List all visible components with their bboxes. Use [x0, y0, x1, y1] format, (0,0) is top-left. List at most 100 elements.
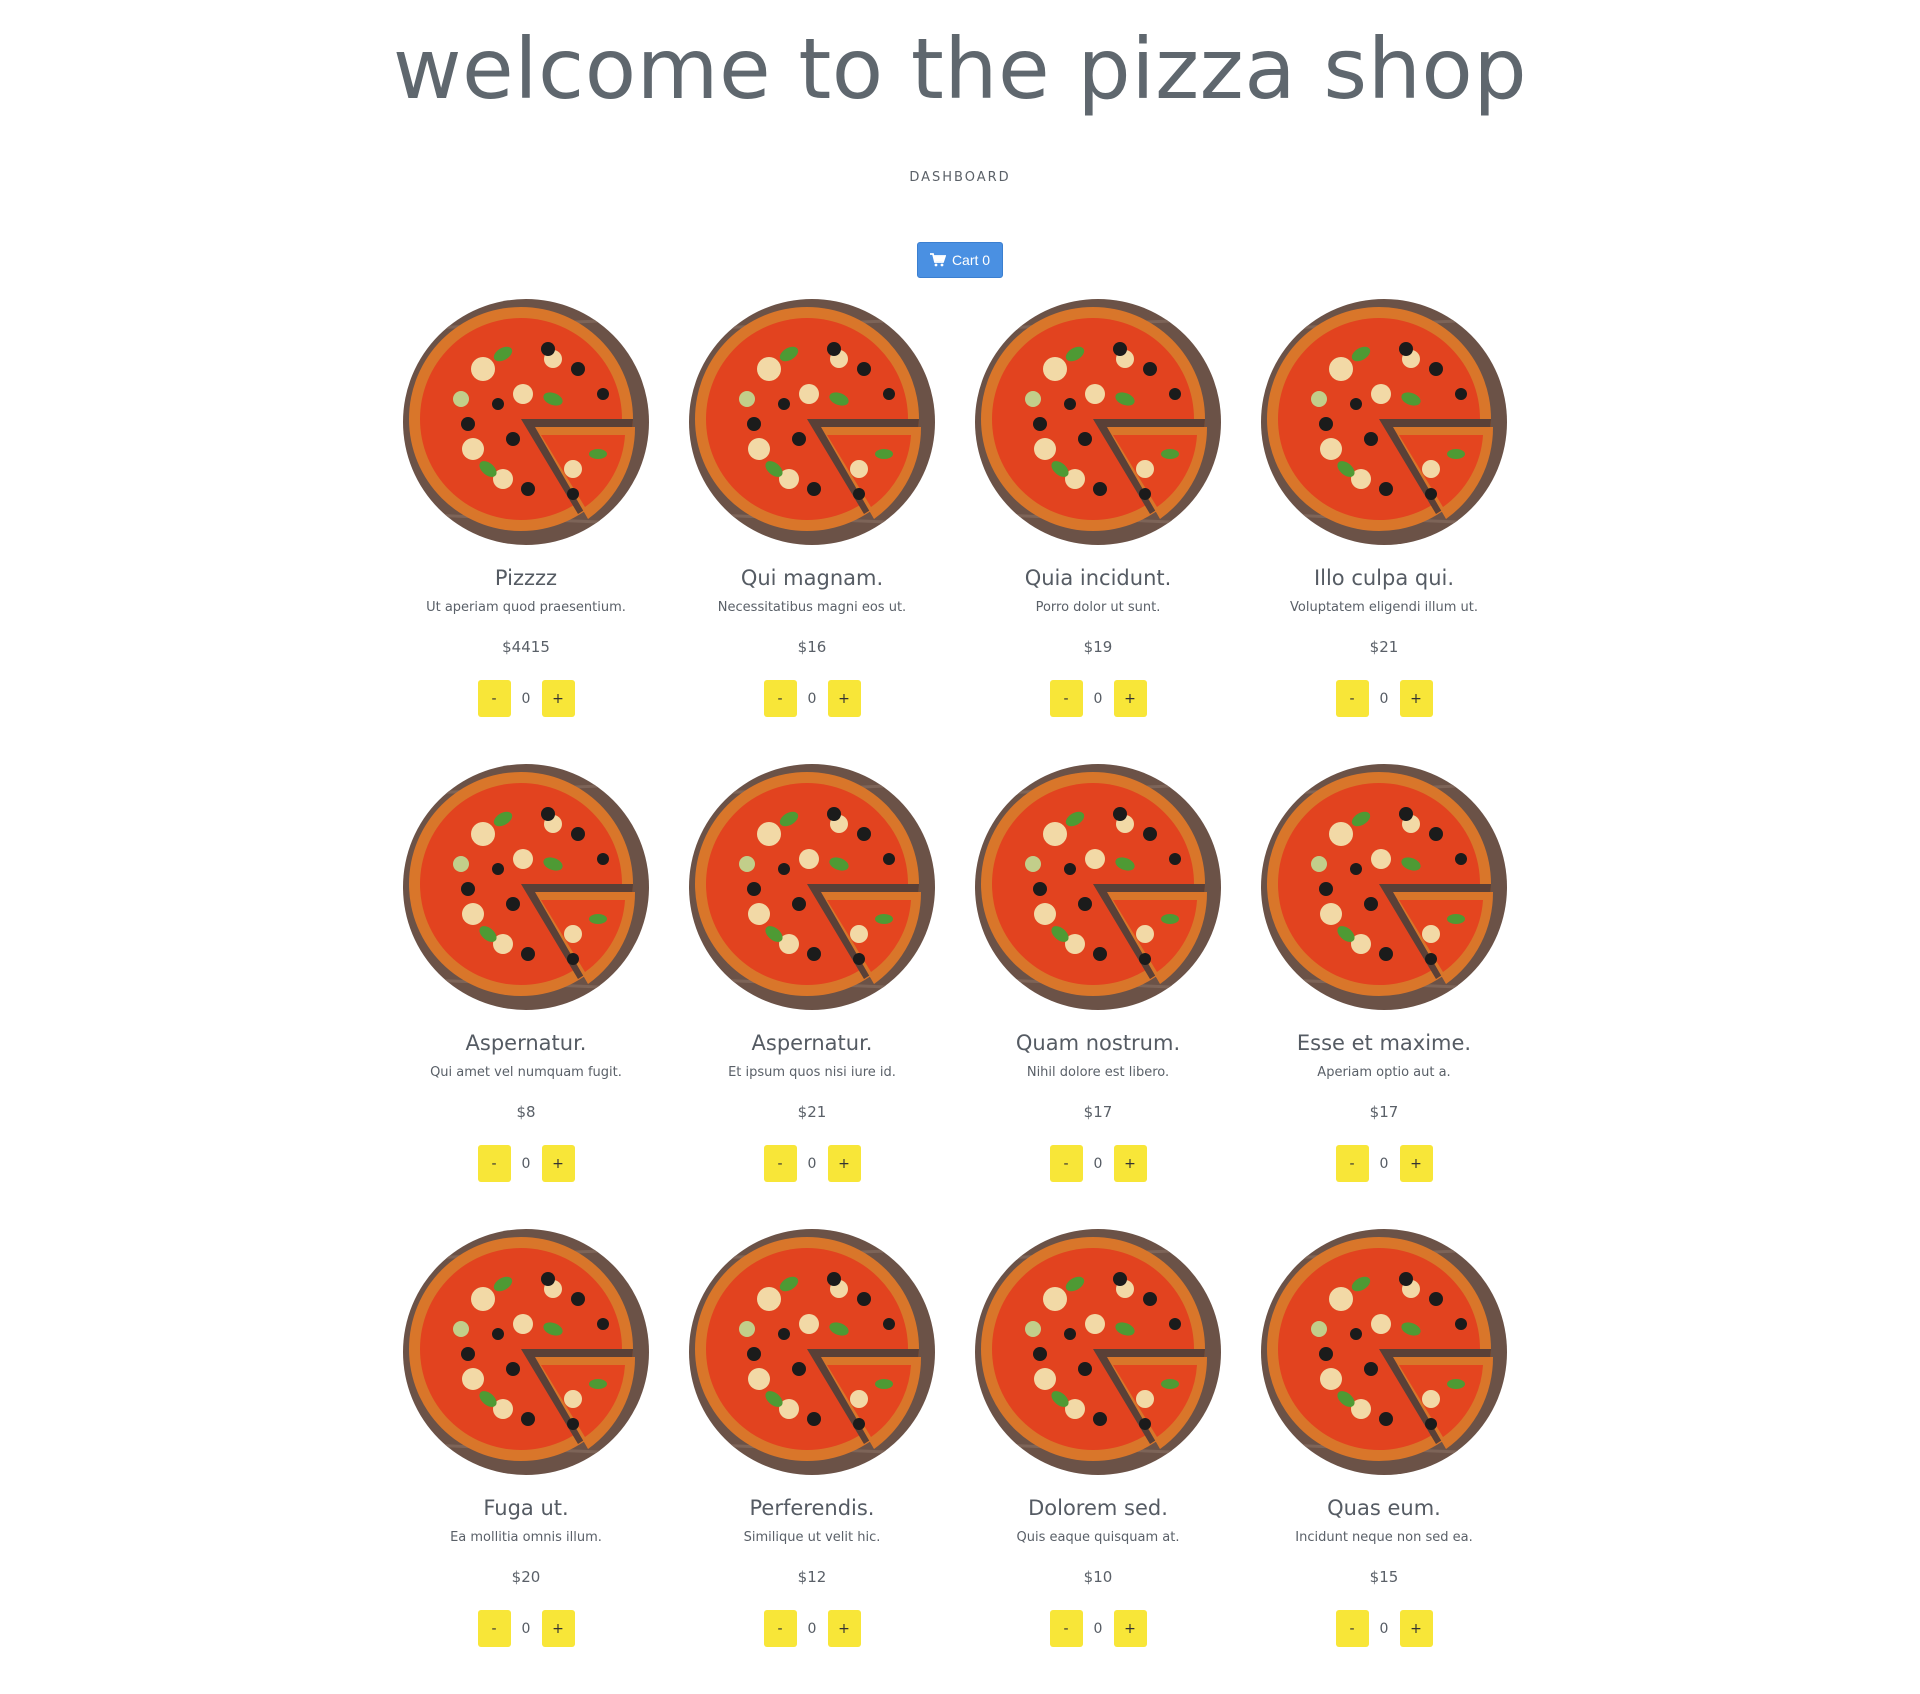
- product-description: Nihil dolore est libero.: [1026, 1065, 1170, 1080]
- product-name: Pizzzz: [494, 566, 558, 590]
- quantity-stepper: -0 +: [1241, 1145, 1527, 1182]
- quantity-stepper: -0 +: [1241, 680, 1527, 717]
- product-name: Aspernatur.: [751, 1031, 873, 1055]
- pizza-image: [975, 1229, 1221, 1475]
- quantity-stepper: -0 +: [383, 680, 669, 717]
- increment-button[interactable]: +: [541, 1145, 575, 1182]
- increment-button[interactable]: +: [1399, 1610, 1433, 1647]
- product-description: Quis eaque quisquam at.: [1016, 1530, 1180, 1545]
- quantity-stepper: -0 +: [669, 680, 955, 717]
- decrement-button[interactable]: -: [763, 1610, 797, 1647]
- pizza-image: [403, 299, 649, 545]
- product-grid: Pizzzz Ut aperiam quod praesentium. $4415 -…: [383, 299, 1527, 1694]
- quantity-value: 0: [807, 1620, 817, 1637]
- quantity-value: 0: [1379, 690, 1389, 707]
- product-description: Aperiam optio aut a.: [1317, 1065, 1451, 1080]
- decrement-button[interactable]: -: [1049, 1610, 1083, 1647]
- pizza-image: [975, 299, 1221, 545]
- product-price: $20: [511, 1568, 541, 1586]
- decrement-button[interactable]: -: [1335, 680, 1369, 717]
- product-price: $15: [1369, 1568, 1399, 1586]
- quantity-value: 0: [521, 690, 531, 707]
- product-card: Aspernatur. Et ipsum quos nisi iure id. $2…: [669, 764, 955, 1229]
- decrement-button[interactable]: -: [1049, 680, 1083, 717]
- increment-button[interactable]: +: [1113, 1610, 1147, 1647]
- pizza-shop-page: welcome to the pizza shop DASHBOARD Cart…: [0, 0, 1920, 1694]
- product-name: Quia incidunt.: [1024, 566, 1172, 590]
- product-card: Esse et maxime. Aperiam optio aut a. $17 -0…: [1241, 764, 1527, 1229]
- quantity-stepper: -0 +: [383, 1145, 669, 1182]
- product-name: Quas eum.: [1327, 1496, 1441, 1520]
- decrement-button[interactable]: -: [1049, 1145, 1083, 1182]
- quantity-value: 0: [807, 690, 817, 707]
- product-description: Ea mollitia omnis illum.: [450, 1530, 602, 1545]
- product-price: $4415: [502, 638, 550, 656]
- increment-button[interactable]: +: [541, 1610, 575, 1647]
- product-card: Pizzzz Ut aperiam quod praesentium. $4415 -…: [383, 299, 669, 764]
- quantity-stepper: -0 +: [383, 1610, 669, 1647]
- product-name: Esse et maxime.: [1296, 1031, 1472, 1055]
- decrement-button[interactable]: -: [477, 1145, 511, 1182]
- pizza-image: [1261, 1229, 1507, 1475]
- quantity-value: 0: [521, 1620, 531, 1637]
- product-description: Porro dolor ut sunt.: [1035, 600, 1161, 615]
- quantity-value: 0: [1093, 1620, 1103, 1637]
- decrement-button[interactable]: -: [1335, 1610, 1369, 1647]
- increment-button[interactable]: +: [827, 680, 861, 717]
- quantity-value: 0: [1379, 1155, 1389, 1172]
- product-card: Quas eum. Incidunt neque non sed ea. $15 -0…: [1241, 1229, 1527, 1694]
- product-price: $10: [1083, 1568, 1113, 1586]
- product-card: Fuga ut. Ea mollitia omnis illum. $20 -0 +: [383, 1229, 669, 1694]
- pizza-image: [689, 299, 935, 545]
- pizza-image: [1261, 764, 1507, 1010]
- pizza-image: [689, 764, 935, 1010]
- increment-button[interactable]: +: [1399, 1145, 1433, 1182]
- quantity-value: 0: [521, 1155, 531, 1172]
- product-card: Aspernatur. Qui amet vel numquam fugit. $8…: [383, 764, 669, 1229]
- product-card: Qui magnam. Necessitatibus magni eos ut. $…: [669, 299, 955, 764]
- product-name: Fuga ut.: [483, 1496, 569, 1520]
- product-description: Et ipsum quos nisi iure id.: [728, 1065, 896, 1080]
- product-card: Perferendis. Similique ut velit hic. $12 -0…: [669, 1229, 955, 1694]
- pizza-image: [689, 1229, 935, 1475]
- cart-button[interactable]: Cart 0: [916, 242, 1004, 278]
- increment-button[interactable]: +: [1113, 1145, 1147, 1182]
- decrement-button[interactable]: -: [477, 1610, 511, 1647]
- cart-label: Cart 0: [951, 252, 991, 268]
- product-name: Dolorem sed.: [1028, 1496, 1168, 1520]
- product-price: $17: [1369, 1103, 1399, 1121]
- product-price: $19: [1083, 638, 1113, 656]
- product-price: $17: [1083, 1103, 1113, 1121]
- decrement-button[interactable]: -: [763, 1145, 797, 1182]
- page-title: welcome to the pizza shop: [392, 20, 1528, 118]
- quantity-stepper: -0 +: [955, 1610, 1241, 1647]
- product-name: Illo culpa qui.: [1313, 566, 1455, 590]
- product-card: Dolorem sed. Quis eaque quisquam at. $10 -0…: [955, 1229, 1241, 1694]
- quantity-stepper: -0 +: [1241, 1610, 1527, 1647]
- pizza-image: [1261, 299, 1507, 545]
- increment-button[interactable]: +: [1113, 680, 1147, 717]
- product-description: Qui amet vel numquam fugit.: [430, 1065, 622, 1080]
- product-card: Quia incidunt. Porro dolor ut sunt. $19 -0 +: [955, 299, 1241, 764]
- decrement-button[interactable]: -: [763, 680, 797, 717]
- decrement-button[interactable]: -: [1335, 1145, 1369, 1182]
- product-card: Quam nostrum. Nihil dolore est libero. $17…: [955, 764, 1241, 1229]
- dashboard-link[interactable]: DASHBOARD: [909, 170, 1010, 185]
- product-name: Aspernatur.: [465, 1031, 587, 1055]
- product-description: Incidunt neque non sed ea.: [1295, 1530, 1473, 1545]
- product-price: $21: [1369, 638, 1399, 656]
- product-description: Ut aperiam quod praesentium.: [426, 600, 626, 615]
- shopping-cart-icon: [929, 253, 946, 267]
- quantity-stepper: -0 +: [669, 1145, 955, 1182]
- increment-button[interactable]: +: [827, 1145, 861, 1182]
- product-card: Illo culpa qui. Voluptatem eligendi illum…: [1241, 299, 1527, 764]
- quantity-stepper: -0 +: [955, 1145, 1241, 1182]
- decrement-button[interactable]: -: [477, 680, 511, 717]
- increment-button[interactable]: +: [1399, 680, 1433, 717]
- quantity-value: 0: [807, 1155, 817, 1172]
- product-description: Similique ut velit hic.: [743, 1530, 881, 1545]
- increment-button[interactable]: +: [541, 680, 575, 717]
- product-name: Qui magnam.: [740, 566, 884, 590]
- increment-button[interactable]: +: [827, 1610, 861, 1647]
- product-price: $21: [797, 1103, 827, 1121]
